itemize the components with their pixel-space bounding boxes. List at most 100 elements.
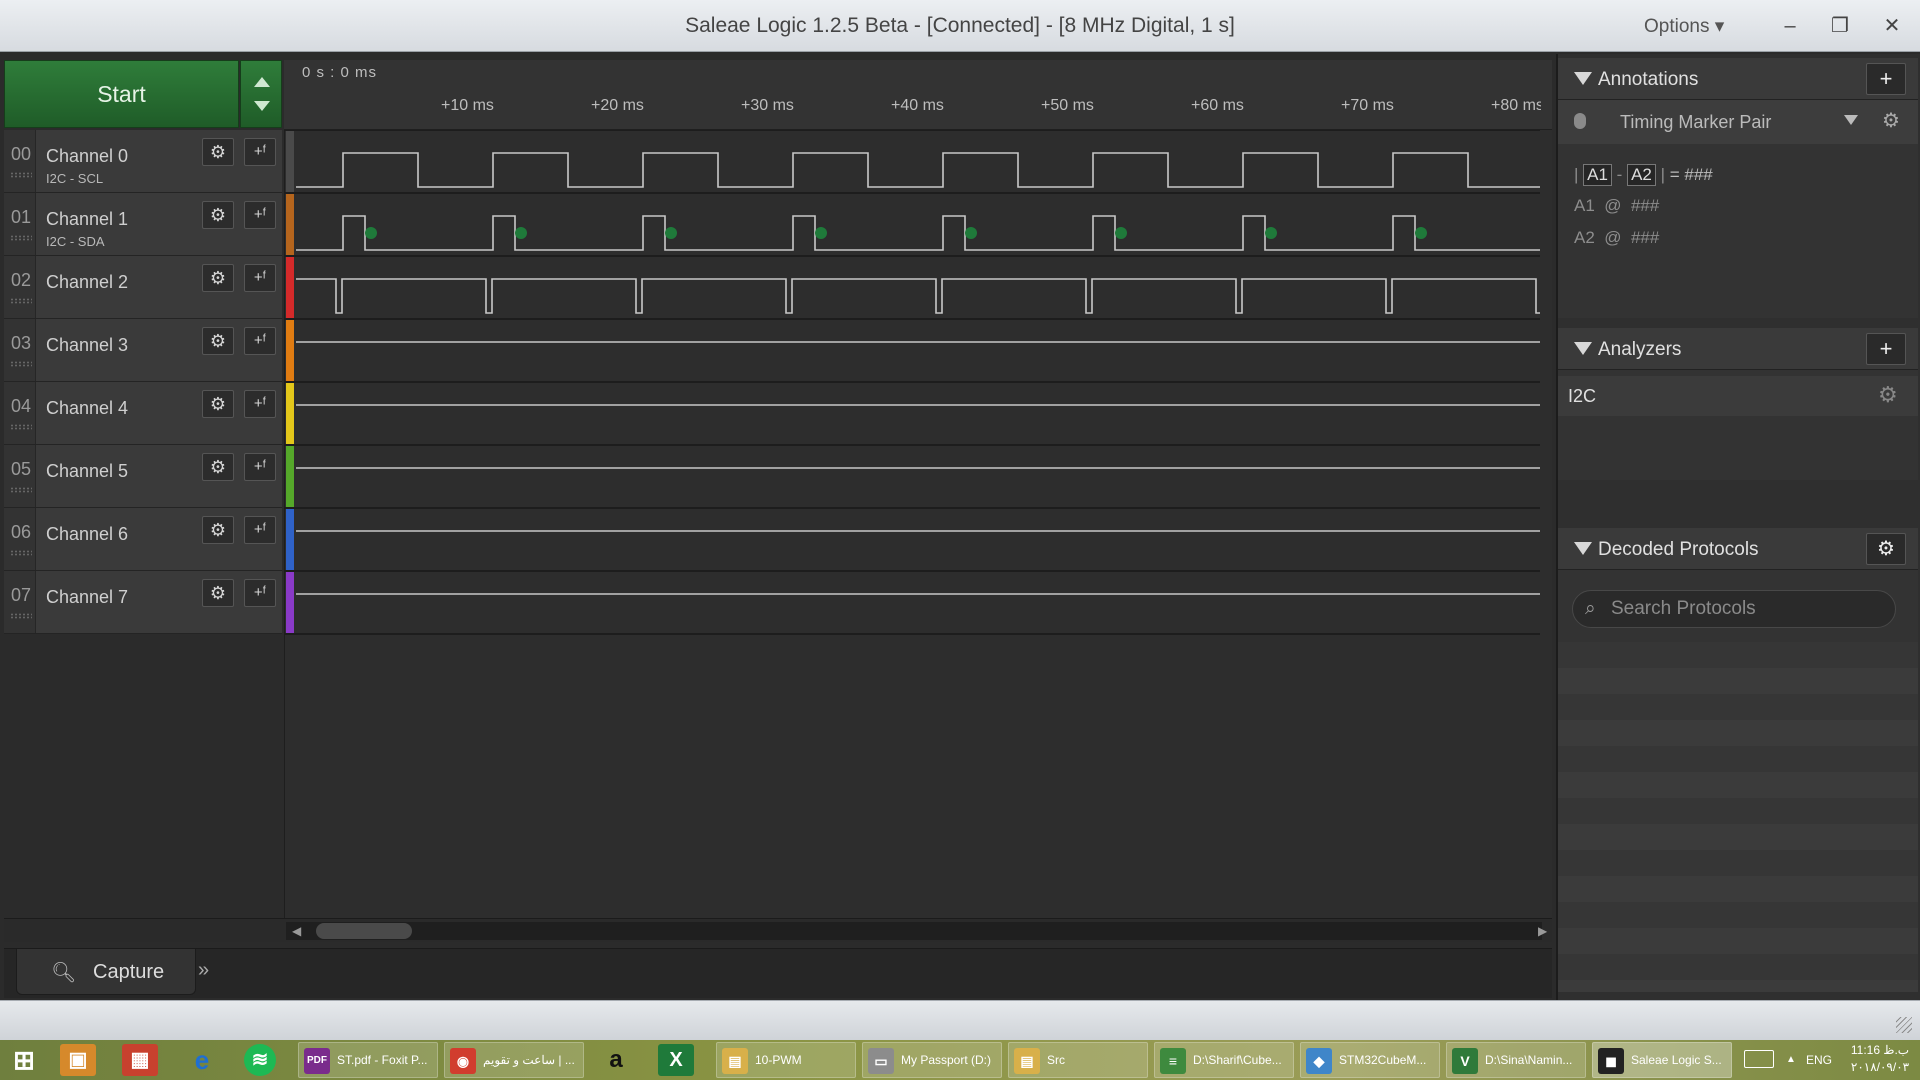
restore-button[interactable]: ❐: [1818, 8, 1862, 44]
channel-settings-gear-icon[interactable]: ⚙: [202, 516, 234, 544]
analyzer-settings-gear-icon[interactable]: ⚙: [1878, 382, 1898, 408]
decoded-protocols-header[interactable]: Decoded Protocols ⚙: [1558, 528, 1918, 570]
analyzer-item[interactable]: I2C ⚙: [1558, 376, 1918, 416]
channel-row-1[interactable]: 01 Channel 1 I2C - SDA ⚙ +ᶠ: [4, 193, 282, 256]
trigger-edge-icon[interactable]: +ᶠ: [244, 264, 276, 292]
scroll-left-arrow-icon[interactable]: ◀: [292, 924, 301, 938]
timing-marker-pair-row[interactable]: Timing Marker Pair ⚙: [1558, 100, 1918, 144]
spotify-icon[interactable]: ≋: [244, 1044, 276, 1076]
i2c-data-marker[interactable]: [1265, 227, 1277, 239]
trigger-edge-icon[interactable]: +ᶠ: [244, 516, 276, 544]
horizontal-scrollbar[interactable]: ◀ ▶: [4, 918, 1552, 942]
channel-row-2[interactable]: 02 Channel 2 ⚙ +ᶠ: [4, 256, 282, 319]
channel-name[interactable]: Channel 5: [46, 461, 128, 482]
taskbar-item[interactable]: ▭ My Passport (D:): [862, 1042, 1002, 1078]
add-analyzer-button[interactable]: +: [1866, 333, 1906, 365]
start-button[interactable]: Start: [4, 60, 239, 128]
i2c-data-marker[interactable]: [1415, 227, 1427, 239]
search-protocols-input[interactable]: [1611, 595, 1881, 623]
excel-icon[interactable]: X: [658, 1044, 694, 1076]
taskbar-item[interactable]: ▤ Src: [1008, 1042, 1148, 1078]
trigger-edge-icon[interactable]: +ᶠ: [244, 138, 276, 166]
collapse-triangle-icon[interactable]: [1574, 542, 1592, 555]
channel-settings-gear-icon[interactable]: ⚙: [202, 264, 234, 292]
taskbar-item[interactable]: ◼ Saleae Logic S...: [1592, 1042, 1732, 1078]
a1-box[interactable]: A1: [1583, 164, 1612, 186]
taskbar-item[interactable]: PDF ST.pdf - Foxit P...: [298, 1042, 438, 1078]
drag-handle-icon[interactable]: [10, 298, 32, 304]
decoded-protocols-list[interactable]: [1558, 642, 1918, 992]
i2c-data-marker[interactable]: [1115, 227, 1127, 239]
channel-row-4[interactable]: 04 Channel 4 ⚙ +ᶠ: [4, 382, 282, 445]
options-menu-button[interactable]: Options ▾: [1644, 15, 1724, 38]
timeline-ruler[interactable]: 0 s : 0 ms +10 ms +20 ms +30 ms +40 ms +…: [284, 60, 1552, 130]
taskbar-item[interactable]: ▤ 10-PWM: [716, 1042, 856, 1078]
drag-handle-icon[interactable]: [10, 613, 32, 619]
channel-row-6[interactable]: 06 Channel 6 ⚙ +ᶠ: [4, 508, 282, 571]
tray-expand-icon[interactable]: ▲: [1786, 1054, 1796, 1065]
drag-handle-icon[interactable]: [10, 172, 32, 178]
drag-handle-icon[interactable]: [10, 487, 32, 493]
channel-row-3[interactable]: 03 Channel 3 ⚙ +ᶠ: [4, 319, 282, 382]
channel-name[interactable]: Channel 6: [46, 524, 128, 545]
channel-name[interactable]: Channel 4: [46, 398, 128, 419]
capture-options-stepper[interactable]: [240, 60, 282, 128]
i2c-data-marker[interactable]: [815, 227, 827, 239]
channel-settings-gear-icon[interactable]: ⚙: [202, 579, 234, 607]
scroll-right-arrow-icon[interactable]: ▶: [1538, 924, 1547, 938]
channel-name[interactable]: Channel 0: [46, 146, 128, 167]
channel-settings-gear-icon[interactable]: ⚙: [202, 138, 234, 166]
waveform-traces[interactable]: [284, 130, 1540, 636]
taskbar-item[interactable]: V D:\Sina\Namin...: [1446, 1042, 1586, 1078]
analyzers-header[interactable]: Analyzers +: [1558, 328, 1918, 370]
channel-settings-gear-icon[interactable]: ⚙: [202, 453, 234, 481]
channel-name[interactable]: Channel 3: [46, 335, 128, 356]
scrollbar-thumb[interactable]: [316, 923, 412, 939]
clock[interactable]: 11:16 ب.ظ ۲۰۱۸/۰۹/۰۳: [1848, 1042, 1912, 1076]
amazon-icon[interactable]: a: [598, 1044, 634, 1076]
annotations-header[interactable]: Annotations +: [1558, 58, 1918, 100]
drag-handle-icon[interactable]: [10, 424, 32, 430]
i2c-data-marker[interactable]: [365, 227, 377, 239]
taskbar-item[interactable]: ◉ ساعت و تقویم | ...: [444, 1042, 584, 1078]
trigger-edge-icon[interactable]: +ᶠ: [244, 390, 276, 418]
channel-row-0[interactable]: 00 Channel 0 I2C - SCL ⚙ +ᶠ: [4, 130, 282, 193]
channel-name[interactable]: Channel 1: [46, 209, 128, 230]
drag-handle-icon[interactable]: [10, 361, 32, 367]
windows-start-icon[interactable]: ⊞: [6, 1044, 42, 1076]
channel-row-5[interactable]: 05 Channel 5 ⚙ +ᶠ: [4, 445, 282, 508]
trigger-edge-icon[interactable]: +ᶠ: [244, 579, 276, 607]
add-annotation-button[interactable]: +: [1866, 63, 1906, 95]
keyboard-icon[interactable]: [1744, 1050, 1774, 1068]
close-button[interactable]: ✕: [1870, 8, 1914, 44]
search-protocols-box[interactable]: ⌕: [1572, 590, 1896, 628]
a2-box[interactable]: A2: [1627, 164, 1656, 186]
marker-settings-gear-icon[interactable]: ⚙: [1882, 108, 1900, 133]
pinned-app-icon[interactable]: ▣: [60, 1044, 96, 1076]
channel-name[interactable]: Channel 2: [46, 272, 128, 293]
channel-name[interactable]: Channel 7: [46, 587, 128, 608]
trigger-edge-icon[interactable]: +ᶠ: [244, 327, 276, 355]
channel-settings-gear-icon[interactable]: ⚙: [202, 390, 234, 418]
channel-settings-gear-icon[interactable]: ⚙: [202, 327, 234, 355]
channel-settings-gear-icon[interactable]: ⚙: [202, 201, 234, 229]
channel-row-7[interactable]: 07 Channel 7 ⚙ +ᶠ: [4, 571, 282, 634]
collapse-triangle-icon[interactable]: [1574, 342, 1592, 355]
resize-grip-icon[interactable]: [1896, 1017, 1912, 1033]
i2c-data-marker[interactable]: [965, 227, 977, 239]
i2c-data-marker[interactable]: [665, 227, 677, 239]
internet-explorer-icon[interactable]: e: [184, 1044, 220, 1076]
taskbar-item[interactable]: ◆ STM32CubeM...: [1300, 1042, 1440, 1078]
i2c-data-marker[interactable]: [515, 227, 527, 239]
trigger-edge-icon[interactable]: +ᶠ: [244, 453, 276, 481]
scrollbar-track[interactable]: [286, 922, 1542, 940]
language-indicator[interactable]: ENG: [1806, 1053, 1832, 1067]
trigger-edge-icon[interactable]: +ᶠ: [244, 201, 276, 229]
taskbar-item[interactable]: ≡ D:\Sharif\Cube...: [1154, 1042, 1294, 1078]
drag-handle-icon[interactable]: [10, 235, 32, 241]
arrow-down-icon[interactable]: [254, 101, 270, 111]
tab-capture[interactable]: 🔍︎ Capture: [16, 949, 196, 995]
dropdown-arrow-icon[interactable]: [1844, 115, 1858, 125]
collapse-triangle-icon[interactable]: [1574, 72, 1592, 85]
minimize-button[interactable]: –: [1768, 8, 1812, 44]
